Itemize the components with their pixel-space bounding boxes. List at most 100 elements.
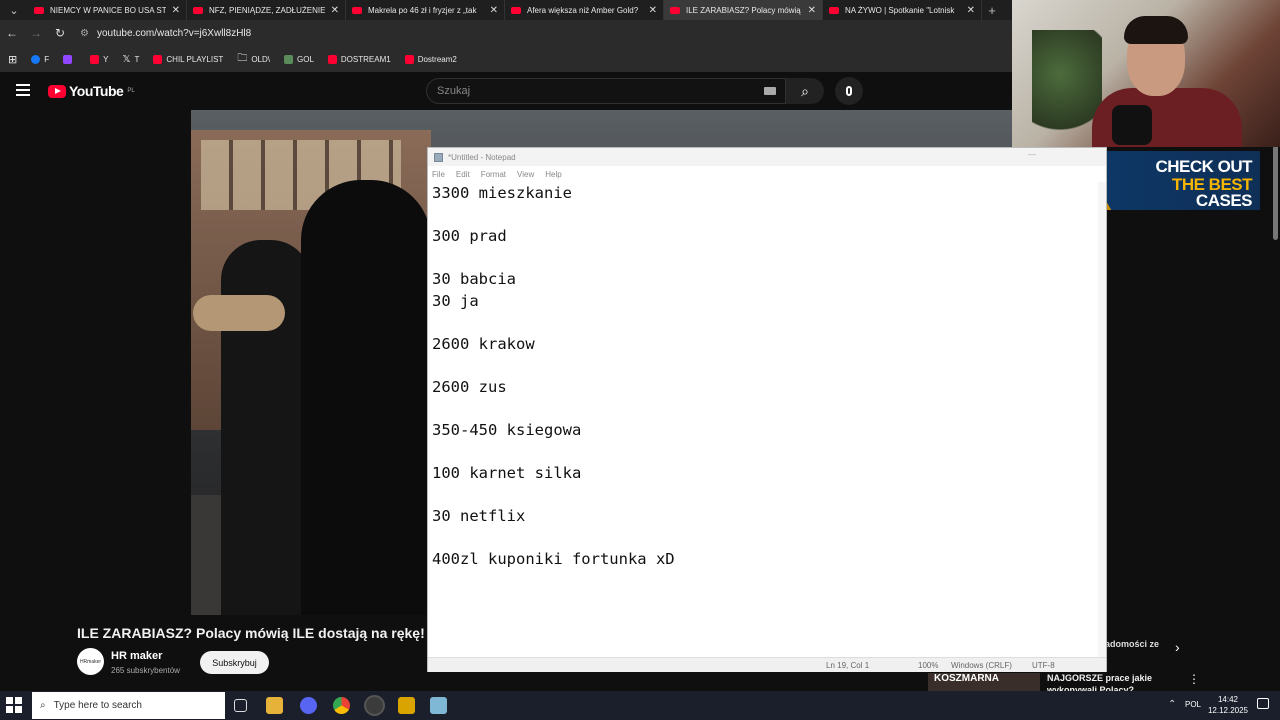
clock[interactable]: 14:42 12.12.2025 [1207,694,1249,716]
ad-line-1: CHECK OUT [1155,157,1252,176]
browser-tab[interactable]: Afera większa niż Amber Gold? ✕ [505,0,664,20]
suggestion-chip[interactable]: adomości ze [1105,639,1159,649]
browser-tab[interactable]: Makrela po 46 zł i fryzjer z „tak ✕ [346,0,505,20]
bookmark-item[interactable]: Y [90,54,108,64]
tab-close-icon[interactable]: ✕ [172,5,180,16]
youtube-header: YouTube PL Szukaj ⌕ [0,72,1012,110]
tab-close-icon[interactable]: ✕ [808,5,816,16]
tray-chevron-up-icon[interactable]: ⌃ [1168,699,1176,710]
tab-close-icon[interactable]: ✕ [649,5,657,16]
microphone-icon [846,86,852,96]
subscribe-button[interactable]: Subskrybuj [200,651,269,674]
bookmark-item[interactable]: Dostream2 [404,54,457,64]
notepad-menubar: File Edit Format View Help [428,166,1106,182]
apps-grid-icon[interactable]: ⊞ [8,53,17,66]
bookmark-folder[interactable]: 🗀 OLD\ [237,51,270,68]
bookmark-item[interactable] [63,54,76,64]
windows-start-icon[interactable] [6,697,22,713]
reload-icon[interactable]: ↻ [48,26,72,40]
search-button[interactable]: ⌕ [786,78,824,104]
notepad-statusbar: Ln 19, Col 1 100% Windows (CRLF) UTF-8 [428,657,1106,672]
bookmark-item[interactable]: DOSTREAM1 [327,54,391,64]
youtube-logo[interactable]: YouTube PL [48,83,135,99]
youtube-favicon-icon [34,6,44,14]
tab-label: NFZ, PIENIĄDZE, ZADŁUŻENIE : [209,5,325,15]
browser-tab-active[interactable]: ILE ZARABIASZ? Polacy mówią ✕ [664,0,823,20]
notepad-text-area[interactable]: 3300 mieszkanie 300 prad 30 babcia 30 ja… [432,183,1092,653]
menu-file[interactable]: File [432,170,445,179]
suggestion-title[interactable]: NAJGORSZE prace jakie wykonywali Polacy? [1047,672,1167,692]
file-explorer-icon[interactable] [266,697,283,714]
minimize-icon[interactable]: — [1028,150,1036,159]
youtube-play-icon [48,84,66,98]
bookmark-item[interactable]: F [31,54,49,64]
subscriber-count: 265 subskrybentów [111,666,180,675]
youtube-icon [404,54,414,64]
encoding: UTF-8 [1032,661,1055,670]
tab-close-icon[interactable]: ✕ [490,5,498,16]
bookmark-item[interactable]: 𝕏T [122,54,139,65]
keyboard-icon[interactable] [764,87,776,95]
youtube-icon [153,54,163,64]
chevron-right-icon[interactable]: › [1175,639,1180,655]
youtube-icon [90,54,100,64]
browser-tab[interactable]: NIEMCY W PANICE BO USA STA ✕ [28,0,187,20]
channel-name[interactable]: HR maker [111,650,162,662]
tab-label: NA ŻYWO | Spotkanie "Lotnisk [845,5,955,15]
tab-search-chevron-icon[interactable]: ⌄ [0,0,28,20]
discord-icon[interactable] [300,697,317,714]
tab-label: Makrela po 46 zł i fryzjer z „tak [368,5,477,15]
task-view-icon[interactable] [234,699,247,712]
notepad-titlebar[interactable]: *Untitled - Notepad — [428,148,1106,166]
menu-format[interactable]: Format [481,170,506,179]
url-field[interactable]: ⚙ youtube.com/watch?v=j6Xwll8zHl8 [80,28,251,39]
site-info-icon[interactable]: ⚙ [80,28,89,39]
tab-close-icon[interactable]: ✕ [967,5,975,16]
youtube-favicon-icon [829,6,839,14]
chrome-icon[interactable] [333,697,350,714]
facebook-icon [31,54,41,64]
notepad-window: *Untitled - Notepad — File Edit Format V… [427,147,1107,672]
bookmark-item[interactable]: GOL [284,54,314,64]
browser-tab[interactable]: NFZ, PIENIĄDZE, ZADŁUŻENIE : ✕ [187,0,346,20]
notepad-taskbar-icon[interactable] [430,697,447,714]
app-icon[interactable] [398,697,415,714]
menu-edit[interactable]: Edit [456,170,470,179]
taskbar-search-placeholder: Type here to search [53,700,142,711]
notepad-scrollbar[interactable] [1098,182,1106,657]
tab-label: NIEMCY W PANICE BO USA STA [50,5,166,15]
taskbar-search-input[interactable]: ⌕ Type here to search [32,692,225,719]
tab-close-icon[interactable]: ✕ [331,5,339,16]
forward-arrow-icon[interactable]: → [24,26,48,40]
tab-label: Afera większa niż Amber Gold? [527,5,639,15]
gol-icon [284,54,293,64]
youtube-favicon-icon [352,6,362,14]
ad-line-3: CASES [1195,191,1253,210]
channel-avatar[interactable]: HRmaker [77,648,104,675]
menu-view[interactable]: View [517,170,534,179]
more-options-icon[interactable]: ⋮ [1188,672,1200,686]
input-language[interactable]: POL [1185,700,1201,709]
menu-hamburger-icon[interactable] [16,84,30,96]
cursor-position: Ln 19, Col 1 [826,661,870,670]
obs-icon[interactable] [366,697,383,714]
suggestion-thumbnail[interactable]: KOSZMARNA [928,673,1040,693]
webcam-microphone [1112,105,1152,145]
youtube-logo-text: YouTube [69,83,124,99]
bookmark-item[interactable]: CHIL PLAYLIST [153,54,223,64]
browser-tab[interactable]: NA ŻYWO | Spotkanie "Lotnisk ✕ [823,0,982,20]
bookmarks-bar: ⊞ F Y 𝕏T CHIL PLAYLIST 🗀 OLD\ GOL DOSTREA… [0,46,1012,72]
address-bar: ← → ↻ ⚙ youtube.com/watch?v=j6Xwll8zHl8 [0,20,1012,46]
menu-help[interactable]: Help [545,170,561,179]
back-arrow-icon[interactable]: ← [0,26,24,40]
search-input[interactable]: Szukaj [426,78,786,104]
voice-search-button[interactable] [835,77,863,105]
notepad-app-icon [434,152,443,162]
new-tab-button[interactable]: + [982,3,1002,18]
search-icon: ⌕ [40,700,46,711]
webcam-overlay [1012,0,1280,147]
url-text: youtube.com/watch?v=j6Xwll8zHl8 [96,27,252,39]
line-ending: Windows (CRLF) [951,661,1012,670]
tab-label: ILE ZARABIASZ? Polacy mówią [686,5,801,15]
notification-icon[interactable] [1257,698,1269,709]
